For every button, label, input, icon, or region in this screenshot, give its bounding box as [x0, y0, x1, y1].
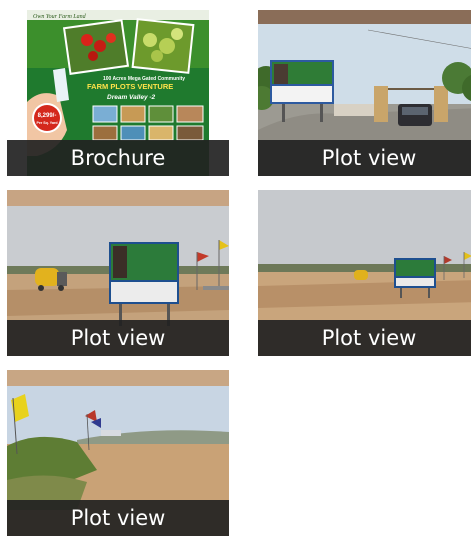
gallery-item-plot-view-1[interactable]: Plot view	[258, 10, 471, 176]
brochure-price-unit: Per Sq. Yard	[36, 121, 57, 125]
gallery-item-plot-view-4[interactable]: Plot view	[7, 370, 229, 536]
gallery-item-caption: Plot view	[258, 320, 471, 356]
gallery-item-brochure[interactable]: Own Your Farm Land 100 Acres Mega Gated …	[7, 10, 229, 176]
brochure-script-line: Own Your Farm Land	[33, 14, 87, 20]
brochure-project: Dream Valley -2	[107, 94, 156, 101]
gallery-item-caption: Plot view	[7, 320, 229, 356]
gallery-item-caption: Plot view	[258, 140, 471, 176]
brochure-headline: FARM PLOTS VENTURE	[87, 82, 173, 91]
gallery-item-caption: Plot view	[7, 500, 229, 536]
gallery-item-plot-view-2[interactable]: Plot view	[7, 190, 229, 356]
gallery-item-caption: Brochure	[7, 140, 229, 176]
gallery-item-plot-view-3[interactable]: Plot view	[258, 190, 471, 356]
brochure-price: 8,299/-	[38, 113, 57, 119]
